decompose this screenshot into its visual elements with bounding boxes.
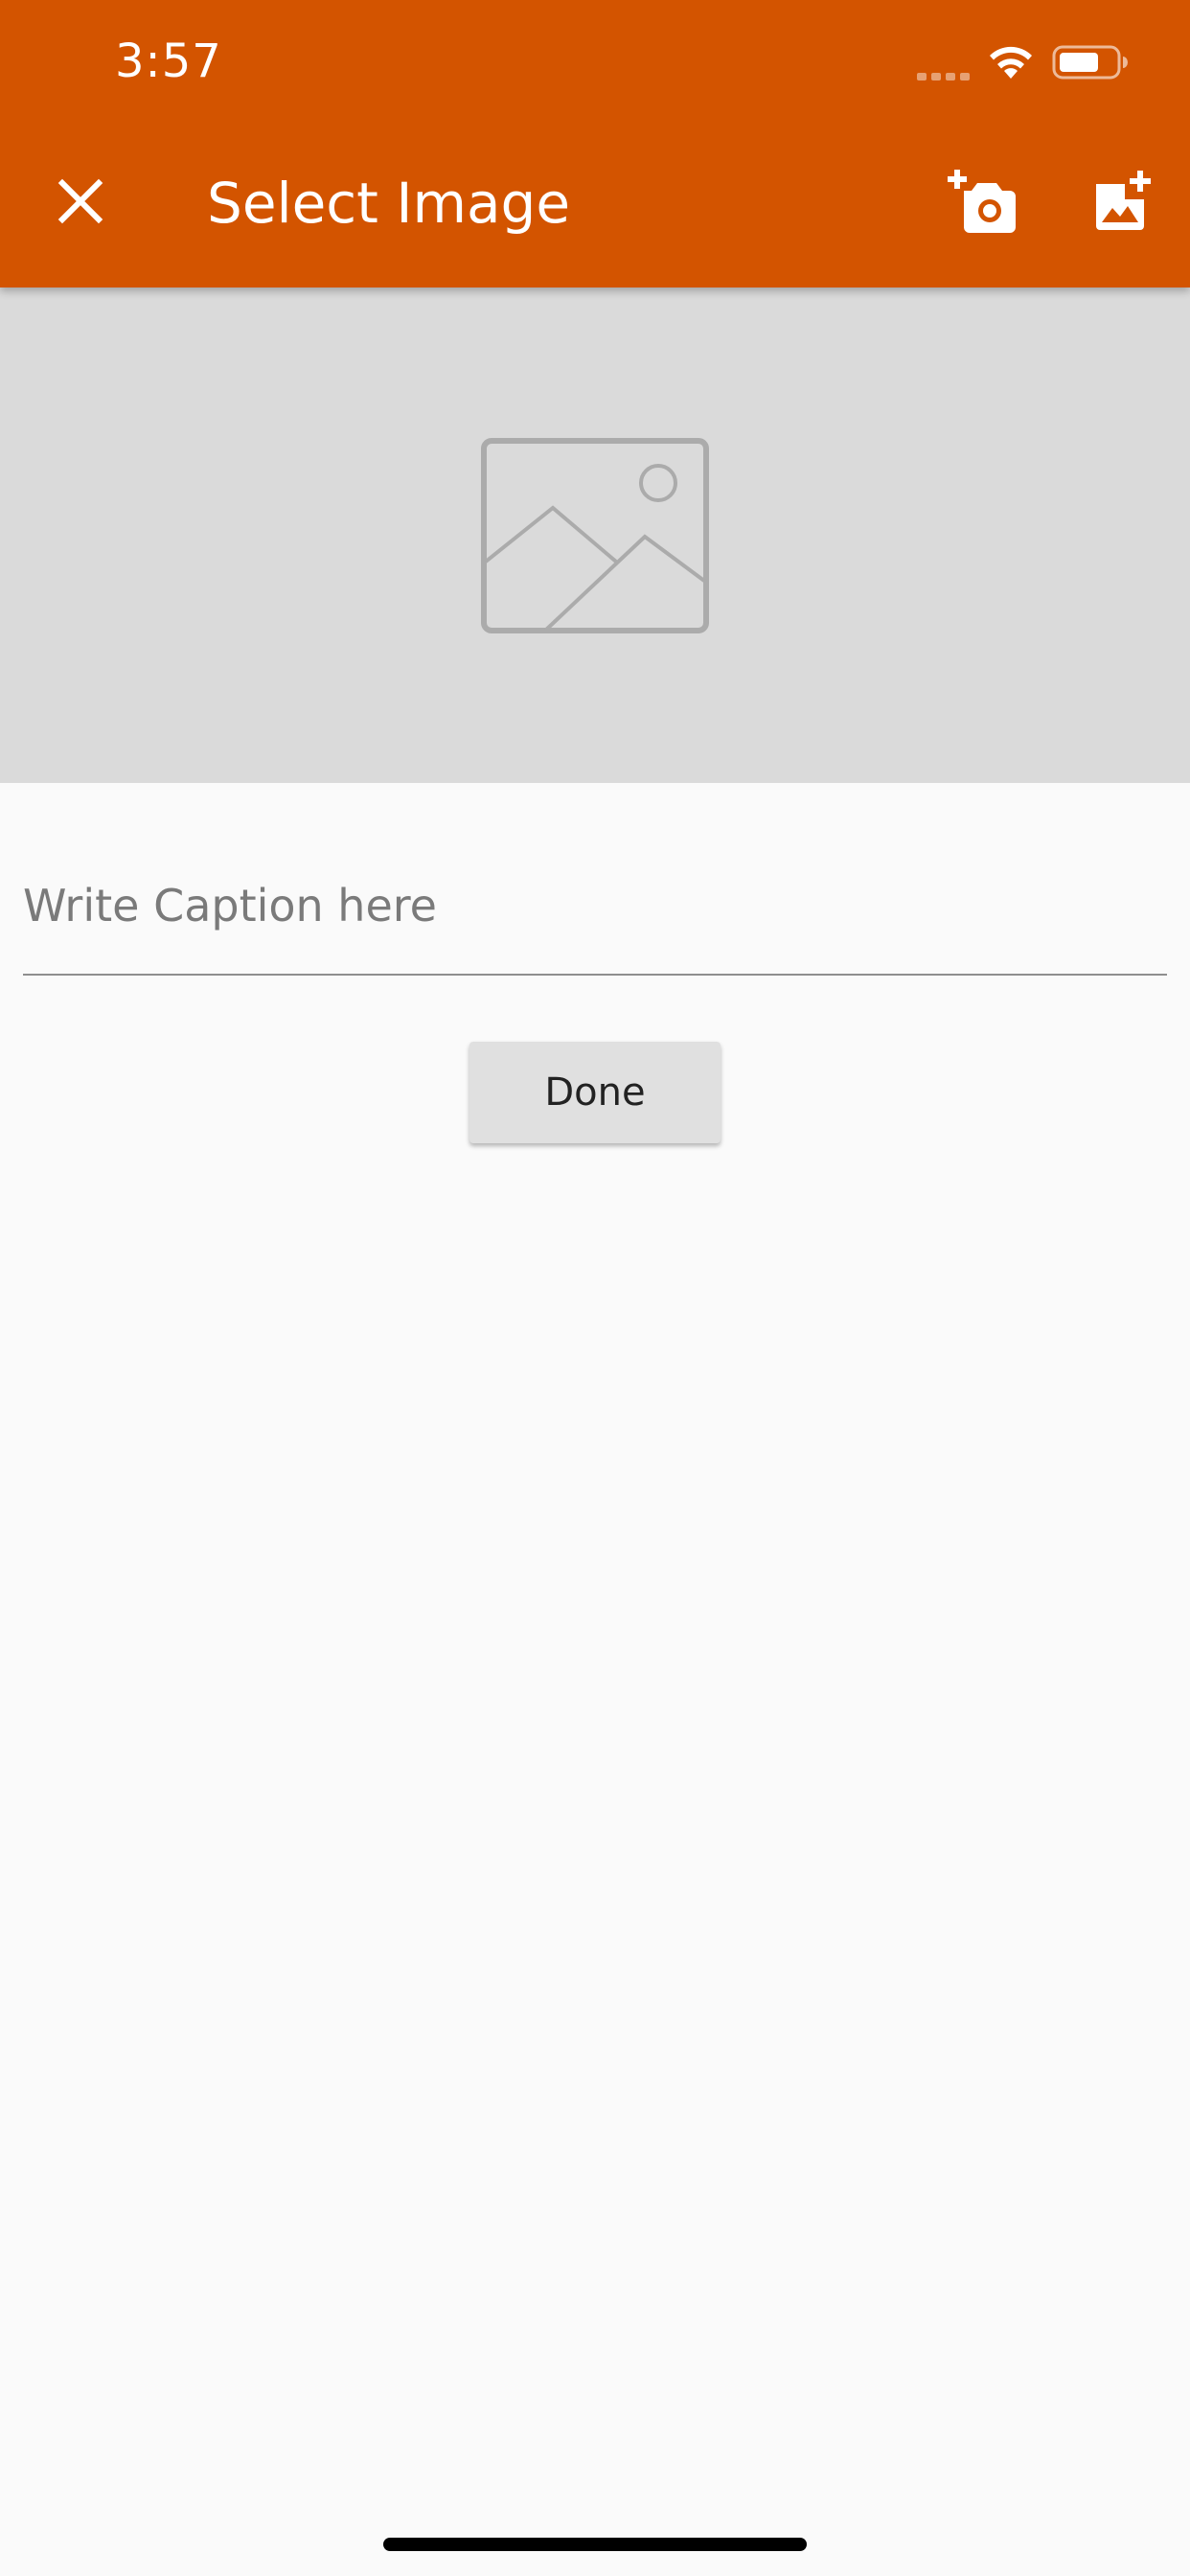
- done-button[interactable]: Done: [469, 1042, 721, 1143]
- close-icon: [57, 178, 103, 224]
- caption-input[interactable]: [23, 843, 1167, 968]
- close-button[interactable]: [29, 150, 132, 253]
- app-bar: 3:57 Select Image: [0, 0, 1190, 288]
- cellular-signal-icon: [917, 73, 970, 80]
- select-image-screen: 3:57 Select Image Write Caption here Don…: [0, 0, 1190, 2576]
- pick-from-gallery-button[interactable]: [1075, 153, 1171, 249]
- take-photo-button[interactable]: [935, 153, 1031, 249]
- caption-field: [23, 843, 1167, 976]
- battery-icon: [1052, 45, 1128, 80]
- image-preview[interactable]: [0, 288, 1190, 783]
- add-photo-alternate-icon: [1096, 171, 1151, 230]
- image-placeholder-icon: [481, 437, 709, 633]
- home-indicator: [383, 2538, 807, 2551]
- status-time: 3:57: [115, 34, 222, 88]
- page-title: Select Image: [207, 171, 571, 236]
- add-a-photo-icon: [948, 170, 1016, 233]
- wifi-icon: [990, 46, 1032, 79]
